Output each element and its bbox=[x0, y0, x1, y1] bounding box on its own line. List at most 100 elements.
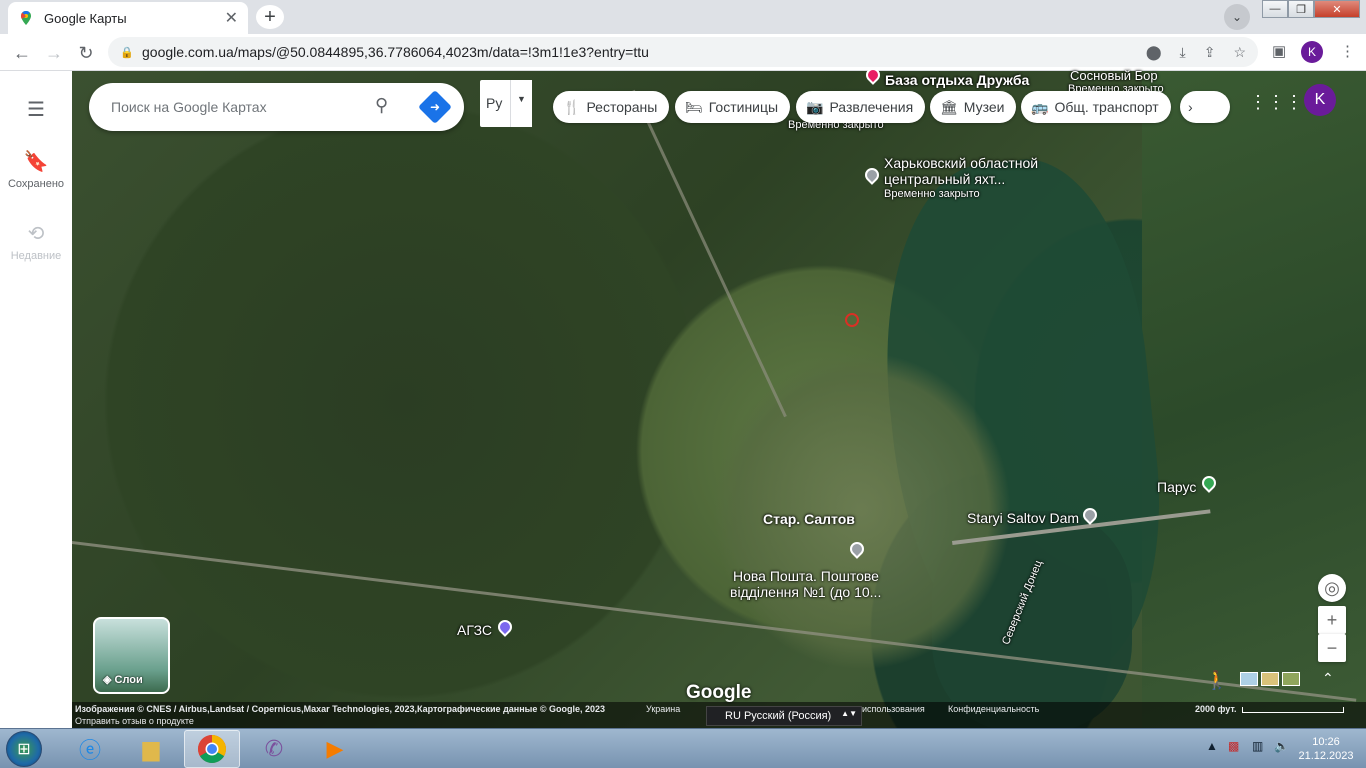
account-avatar[interactable]: K bbox=[1304, 84, 1336, 116]
browser-tab-strip: Google Карты ✕ + ⌄ — ❐ ✕ bbox=[0, 0, 1366, 34]
chip-hotels[interactable]: 🛏 Гостиницы bbox=[675, 91, 791, 123]
address-bar[interactable]: 🔒 google.com.ua/maps/@50.0844895,36.7786… bbox=[108, 37, 1258, 67]
map-type-thumbnails[interactable] bbox=[1240, 672, 1300, 686]
file-explorer-icon[interactable]: ▆ bbox=[123, 730, 179, 768]
chip-label: Гостиницы bbox=[708, 99, 779, 115]
network-icon[interactable]: ▥ bbox=[1252, 739, 1263, 753]
chip-transit[interactable]: 🚌 Общ. транспорт bbox=[1021, 91, 1171, 123]
search-input[interactable]: Поиск на Google Картах bbox=[111, 99, 267, 115]
search-icon[interactable]: ⚲ bbox=[375, 95, 399, 119]
internet-explorer-icon[interactable]: ⓔ bbox=[62, 730, 118, 768]
share-icon[interactable]: ⇪ bbox=[1204, 44, 1216, 61]
tab-search-chevron-icon[interactable]: ⌄ bbox=[1224, 4, 1250, 30]
new-tab-button[interactable]: + bbox=[256, 5, 284, 29]
camera-icon: 📷 bbox=[806, 98, 824, 115]
media-player-icon[interactable]: ▶ bbox=[307, 730, 363, 768]
poi-status-yacht: Временно закрыто bbox=[884, 188, 980, 200]
forward-arrow-icon[interactable]: → bbox=[43, 42, 65, 64]
side-panel-icon[interactable]: ▣ bbox=[1272, 42, 1286, 60]
volume-icon[interactable]: 🔈 bbox=[1274, 739, 1289, 753]
language-select-value: RU Русский (Россия) bbox=[725, 710, 832, 722]
map-thumb-terrain[interactable] bbox=[1261, 672, 1279, 686]
tab-close-icon[interactable]: ✕ bbox=[225, 8, 238, 28]
maps-search-box[interactable]: Поиск на Google Картах ⚲ ➜ bbox=[89, 83, 464, 131]
country-link[interactable]: Украина bbox=[646, 704, 680, 714]
language-dropdown-label: Ру bbox=[486, 95, 503, 111]
viber-icon[interactable]: ✆ bbox=[246, 730, 302, 768]
zoom-out-button[interactable]: − bbox=[1318, 634, 1346, 662]
url-text: google.com.ua/maps/@50.0844895,36.778606… bbox=[142, 44, 649, 60]
directions-icon[interactable]: ➜ bbox=[418, 90, 452, 124]
layers-label: Слои bbox=[114, 674, 143, 686]
map-thumb-satellite[interactable] bbox=[1282, 672, 1300, 686]
back-arrow-icon[interactable]: ← bbox=[11, 42, 33, 64]
town-label[interactable]: Стар. Салтов bbox=[763, 511, 855, 527]
poi-label-yacht-1[interactable]: Харьковский областной bbox=[884, 155, 1038, 171]
layers-button[interactable]: ◈ Слои bbox=[93, 617, 170, 694]
bookmark-icon: 🔖 bbox=[23, 151, 49, 173]
terms-link[interactable]: использования bbox=[862, 704, 925, 714]
browser-toolbar: ← → ↻ 🔒 google.com.ua/maps/@50.0844895,3… bbox=[0, 34, 1366, 71]
tab-title: Google Карты bbox=[44, 10, 127, 26]
saved-button[interactable]: 🔖 Сохранено bbox=[0, 149, 72, 190]
chips-next-button[interactable]: › bbox=[1180, 91, 1230, 123]
poi-label-yacht-2[interactable]: центральный яхт... bbox=[884, 171, 1005, 187]
chip-museums[interactable]: 🏛 Музеи bbox=[930, 91, 1017, 123]
layers-icon: ◈ bbox=[103, 674, 115, 686]
hotel-icon: 🛏 bbox=[685, 98, 703, 115]
maximize-button[interactable]: ❐ bbox=[1288, 0, 1314, 18]
language-select[interactable]: RU Русский (Россия) ▲▼ bbox=[706, 706, 862, 726]
system-clock[interactable]: 10:26 21.12.2023 bbox=[1296, 735, 1356, 763]
gas-station-label[interactable]: АГЗС bbox=[457, 622, 492, 638]
bookmark-star-icon[interactable]: ☆ bbox=[1233, 44, 1246, 61]
feedback-link[interactable]: Отправить отзыв о продукте bbox=[75, 716, 194, 726]
saved-label: Сохранено bbox=[7, 178, 65, 190]
post-office-label-2[interactable]: відділення №1 (до 10... bbox=[730, 584, 881, 600]
zoom-in-button[interactable]: + bbox=[1318, 606, 1346, 634]
poi-label-baza[interactable]: База отдыха Дружба bbox=[885, 72, 1029, 88]
install-app-icon[interactable]: ⤓ bbox=[1180, 44, 1186, 61]
recent-button[interactable]: ⟲ Недавние bbox=[0, 221, 72, 262]
chip-label: Развлечения bbox=[829, 99, 914, 115]
street-view-pegman-icon[interactable]: 🚶 bbox=[1204, 666, 1230, 694]
browser-profile-avatar[interactable]: K bbox=[1301, 41, 1323, 63]
post-office-label-1[interactable]: Нова Пошта. Поштове bbox=[733, 568, 879, 584]
minimize-button[interactable]: — bbox=[1262, 0, 1288, 18]
google-apps-grid-icon[interactable]: ⋮⋮⋮ bbox=[1249, 92, 1303, 112]
hamburger-menu-icon: ☰ bbox=[27, 99, 45, 121]
road bbox=[632, 89, 787, 418]
map-thumb-default[interactable] bbox=[1240, 672, 1258, 686]
chip-restaurants[interactable]: 🍴 Рестораны bbox=[553, 91, 670, 123]
dam-label[interactable]: Staryi Saltov Dam bbox=[967, 510, 1079, 526]
reload-icon[interactable]: ↻ bbox=[75, 42, 97, 64]
chip-label: Общ. транспорт bbox=[1054, 99, 1159, 115]
scale-bar bbox=[1242, 707, 1344, 713]
chevron-down-icon[interactable]: ▼ bbox=[510, 80, 532, 127]
browser-tab[interactable]: Google Карты ✕ bbox=[8, 2, 248, 34]
chip-label: Музеи bbox=[963, 99, 1005, 115]
chip-entertainment[interactable]: 📷 Развлечения bbox=[796, 91, 926, 123]
expand-up-icon[interactable]: ⌃ bbox=[1322, 670, 1334, 687]
imagery-credits: Изображения © CNES / Airbus,Landsat / Co… bbox=[75, 704, 605, 714]
recent-label: Недавние bbox=[10, 250, 62, 262]
menu-button[interactable]: ☰ bbox=[0, 97, 72, 126]
browser-menu-icon[interactable]: ⋮ bbox=[1340, 42, 1355, 60]
restaurant-icon: 🍴 bbox=[563, 98, 581, 115]
my-location-button[interactable]: ◎ bbox=[1318, 574, 1346, 602]
chevron-right-icon: › bbox=[1188, 99, 1193, 115]
language-dropdown[interactable]: Ру ▼ bbox=[480, 80, 532, 127]
clock-time: 10:26 bbox=[1312, 736, 1340, 748]
chrome-taskbar-icon[interactable] bbox=[184, 730, 240, 768]
satellite-map[interactable] bbox=[72, 71, 1366, 728]
location-icon[interactable]: ⬤ bbox=[1146, 44, 1162, 61]
window-close-button[interactable]: ✕ bbox=[1314, 0, 1360, 18]
history-icon: ⟲ bbox=[27, 223, 45, 245]
parus-label[interactable]: Парус bbox=[1157, 479, 1196, 495]
lock-icon: 🔒 bbox=[120, 47, 134, 59]
poi-label-sosnovy[interactable]: Сосновый Бор bbox=[1070, 68, 1158, 84]
privacy-link[interactable]: Конфиденциальность bbox=[948, 704, 1039, 714]
windows-start-button[interactable]: ⊞ bbox=[6, 731, 42, 767]
selected-location-marker-icon[interactable] bbox=[845, 313, 859, 327]
tray-app-icon[interactable]: ▩ bbox=[1228, 739, 1239, 753]
tray-expand-icon[interactable]: ▲ bbox=[1206, 739, 1218, 753]
